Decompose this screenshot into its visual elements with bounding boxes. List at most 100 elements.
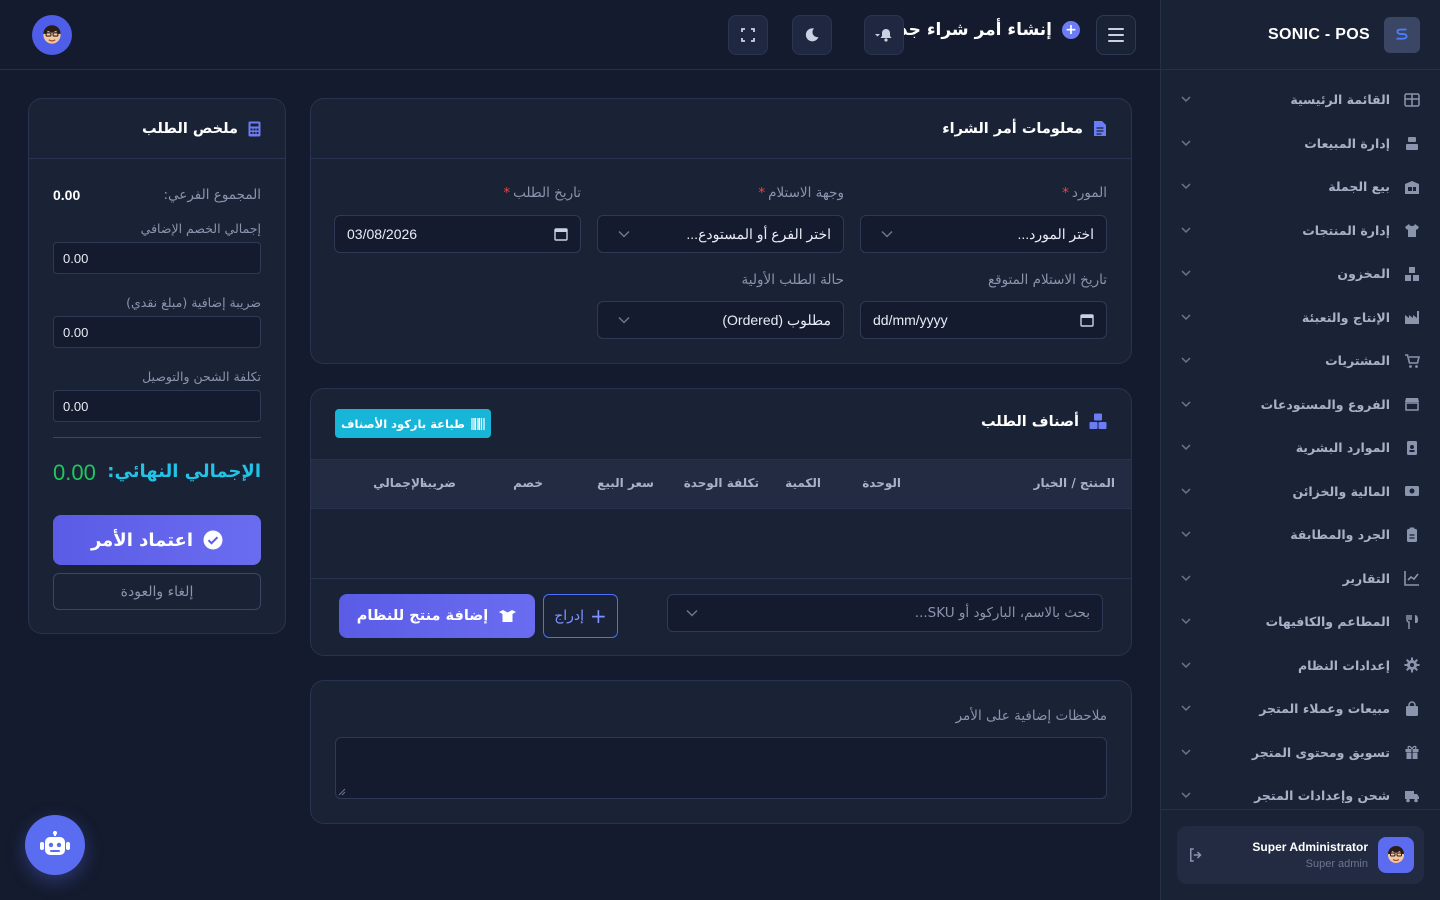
bag-icon [1404,701,1420,717]
sidebar-item[interactable]: تسويق ومحتوى المتجر [1161,731,1440,775]
brand-name: SONIC - POS [1268,25,1370,43]
approve-order-button[interactable]: اعتماد الأمر [53,515,261,565]
sidebar-item[interactable]: المطاعم والكافيهات [1161,600,1440,644]
chevron-down-icon [1181,791,1191,801]
expand-icon [741,28,755,42]
sidebar-item[interactable]: الإنتاج والتعبئة [1161,296,1440,340]
sidebar-item-label: شحن وإعدادات المتجر [1254,788,1390,804]
menu-toggle-button[interactable] [1096,15,1136,55]
sidebar-item[interactable]: مبيعات وعملاء المتجر [1161,687,1440,731]
plus-circle-icon: + [1062,21,1080,39]
profile-avatar[interactable] [32,15,72,55]
product-search-input[interactable]: بحث بالاسم، الباركود أو SKU... [667,594,1103,632]
utensils-icon [1404,614,1420,630]
table-column-header: الكمية [785,476,821,490]
order-info-header: معلومات أمر الشراء [311,99,1131,159]
chevron-down-icon [1181,356,1191,366]
user-card[interactable]: Super Administrator Super admin [1177,826,1424,884]
discount-input[interactable]: 0.00 [53,242,261,274]
notes-card: ملاحظات إضافية على الأمر [310,680,1132,824]
dark-mode-toggle[interactable] [792,15,832,55]
order-date-input[interactable]: 03/08/2026 [334,215,581,253]
notes-textarea[interactable] [335,737,1107,799]
sidebar-item[interactable]: المخزون [1161,252,1440,296]
logout-icon[interactable] [1187,846,1205,864]
status-select[interactable]: مطلوب (Ordered) [597,301,844,339]
chevron-down-icon [1181,225,1191,235]
notes-label: ملاحظات إضافية على الأمر [955,708,1107,724]
money-icon [1404,483,1420,499]
sidebar-menu: القائمة الرئيسية إدارة المبيعات بيع الجملة… [1161,78,1440,818]
notifications-button[interactable] [864,15,904,55]
sidebar-item[interactable]: المشتريات [1161,339,1440,383]
order-date-label: تاريخ الطلب* [503,185,581,201]
calendar-icon[interactable] [1080,313,1094,327]
sidebar-item[interactable]: الجرد والمطابقة [1161,513,1440,557]
supplier-label: المورد* [1062,185,1107,201]
total-value: 0.00 [53,460,96,485]
add-product-button[interactable]: إضافة منتج للنظام [339,594,535,638]
sidebar-item[interactable]: بيع الجملة [1161,165,1440,209]
sidebar-item-label: المخزون [1337,266,1390,282]
calendar-icon[interactable] [554,227,568,241]
box-open-icon [498,609,517,623]
sidebar-item[interactable]: الموارد البشرية [1161,426,1440,470]
chevron-down-icon [618,316,630,324]
total-label: الإجمالي النهائي: [107,461,261,482]
fullscreen-button[interactable] [728,15,768,55]
sidebar-item[interactable]: شحن وإعدادات المتجر [1161,774,1440,818]
table-column-header: سعر البيع [597,476,654,490]
sidebar-item[interactable]: الفروع والمستودعات [1161,383,1440,427]
chevron-down-icon [1181,312,1191,322]
table-icon [1404,92,1420,108]
supplier-select[interactable]: اختر المورد... [860,215,1107,253]
table-column-header: خصم [513,476,543,490]
barcode-icon [471,417,485,430]
table-column-header: الوحدة [862,476,901,490]
gift-icon [1404,744,1420,760]
order-summary-card: ملخص الطلب المجموع الفرعي: 0.00 إجمالي ا… [28,98,286,634]
tax-input[interactable]: 0.00 [53,316,261,348]
sidebar-item-label: المالية والخزائن [1292,483,1390,499]
sidebar-item-label: إدارة المنتجات [1302,222,1390,238]
sidebar-item[interactable]: إدارة المبيعات [1161,122,1440,166]
cancel-button[interactable]: إلغاء والعودة [53,573,261,610]
table-column-header: المنتج / الخيار [1033,476,1115,490]
sidebar-item[interactable]: المالية والخزائن [1161,470,1440,514]
chatbot-button[interactable] [25,815,85,875]
destination-select[interactable]: اختر الفرع أو المستودع... [597,215,844,253]
table-column-header: الإجمالي [373,476,424,490]
chevron-down-icon [618,230,630,238]
sidebar-item-label: الجرد والمطابقة [1290,527,1390,543]
calculator-icon [248,121,261,137]
discount-label: إجمالي الخصم الإضافي [140,221,261,236]
print-barcode-button[interactable]: طباعة باركود الأصناف [335,409,491,438]
brand-logo[interactable] [1384,16,1420,53]
boxes-icon [1404,266,1420,282]
resize-handle-icon[interactable] [338,788,346,796]
bell-icon [875,29,892,42]
chevron-down-icon [1181,530,1191,540]
chevron-down-icon [1181,747,1191,757]
chevron-down-icon [1181,95,1191,105]
sidebar-item-label: الإنتاج والتعبئة [1301,309,1390,325]
table-column-header: تكلفة الوحدة [683,476,759,490]
top-header: + إنشاء أمر شراء جديد [0,0,1160,70]
user-role: Super admin [1305,858,1368,870]
sidebar-item[interactable]: إدارة المنتجات [1161,209,1440,253]
plus-icon: + [590,604,607,628]
items-table-header: المنتج / الخيار الوحدة الكمية تكلفة الوحدة س… [311,459,1131,509]
chevron-down-icon [1181,269,1191,279]
sidebar-item[interactable]: القائمة الرئيسية [1161,78,1440,122]
user-avatar [1378,837,1414,873]
sidebar-item[interactable]: إعدادات النظام [1161,644,1440,688]
chevron-down-icon [1181,138,1191,148]
check-circle-icon [203,530,223,550]
user-name: Super Administrator [1252,840,1368,854]
chevron-down-icon [686,609,698,617]
shipping-input[interactable]: 0.00 [53,390,261,422]
gear-icon [1404,657,1420,673]
insert-button[interactable]: + إدراج [543,594,618,638]
expected-date-input[interactable]: dd/mm/yyyy [860,301,1107,339]
sidebar-item[interactable]: التقارير [1161,557,1440,601]
